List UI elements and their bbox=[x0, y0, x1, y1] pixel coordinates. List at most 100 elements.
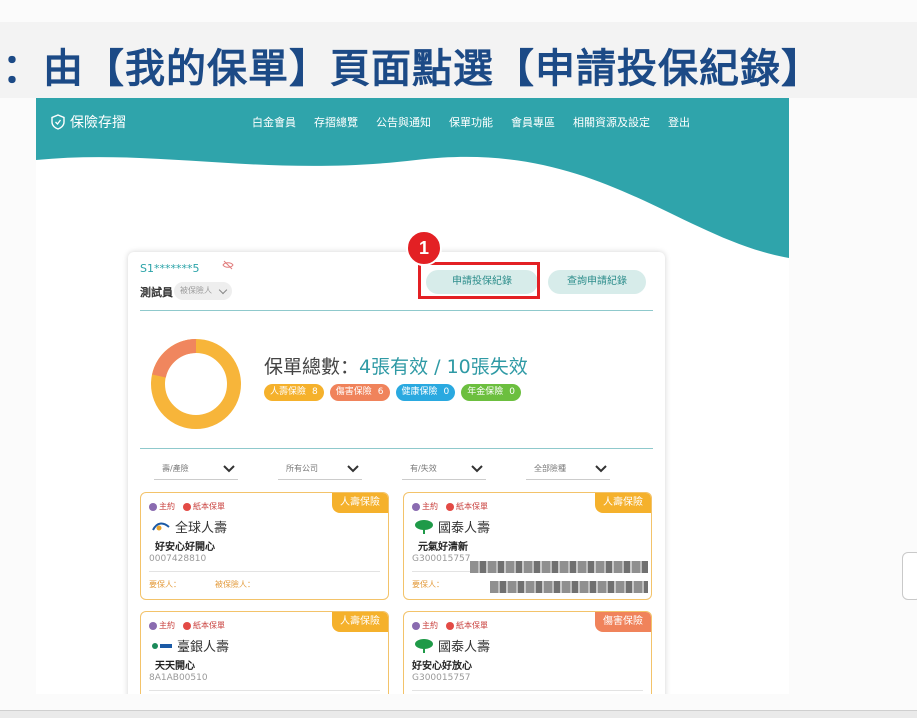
policy-number: G300015757 bbox=[412, 554, 471, 564]
filter-company-label: 所有公司 bbox=[286, 464, 318, 473]
policy-type-tag: 人壽保險 bbox=[332, 493, 388, 513]
applicant-label: 要保人： bbox=[149, 580, 181, 589]
policy-card[interactable]: 傷害保險 主約 紙本保單 國泰人壽 好安心好放心 G300015757 bbox=[403, 611, 652, 694]
policy-badges: 主約 紙本保單 bbox=[149, 620, 225, 631]
hide-eye-icon[interactable] bbox=[222, 260, 234, 270]
company-name: 臺銀人壽 bbox=[177, 640, 230, 655]
filter-company[interactable]: 所有公司 bbox=[278, 458, 362, 480]
donut-secondary-arc bbox=[152, 339, 197, 378]
nav-item-resources-settings[interactable]: 相關資源及設定 bbox=[573, 114, 650, 130]
card-divider bbox=[149, 690, 380, 691]
chip-annuity[interactable]: 年金保險 0 bbox=[461, 384, 521, 401]
redacted-info bbox=[490, 581, 648, 593]
chip-life-label: 人壽保險 bbox=[270, 387, 307, 397]
main-contract-badge: 主約 bbox=[412, 620, 438, 631]
company-logo-icon bbox=[152, 642, 172, 649]
chip-annuity-label: 年金保險 bbox=[467, 387, 504, 397]
filter-insurance-type-label: 全部險種 bbox=[534, 464, 566, 473]
user-id: S1*******5 bbox=[140, 262, 200, 275]
paper-policy-icon bbox=[446, 621, 454, 630]
filter-validity-label: 有/失效 bbox=[410, 464, 437, 473]
tree-logo-icon bbox=[415, 519, 433, 534]
paper-policy-icon bbox=[446, 502, 454, 511]
paper-policy-icon bbox=[183, 621, 191, 630]
policy-number: G300015757 bbox=[412, 673, 471, 683]
policy-card[interactable]: 人壽保險 主約 紙本保單 國泰人壽 元氣好清新 G300015757 要保人： bbox=[403, 492, 652, 600]
tutorial-page: ：由【我的保單】頁面點選【申請投保紀錄】 保險存摺 白金會員 存摺總覽 公告與通… bbox=[0, 0, 917, 718]
policy-badges: 主約 紙本保單 bbox=[412, 620, 488, 631]
policy-type-chips: 人壽保險 8 傷害保險 6 健康保險 0 年金保險 0 bbox=[264, 384, 521, 401]
company-row: 國泰人壽 bbox=[414, 517, 490, 536]
product-name: 元氣好清新 bbox=[418, 542, 468, 553]
company-row: 臺銀人壽 bbox=[151, 636, 229, 655]
policy-number: 0007428810 bbox=[149, 554, 207, 564]
chip-health-count: 0 bbox=[443, 387, 450, 397]
chip-injury[interactable]: 傷害保險 6 bbox=[329, 384, 390, 401]
policy-badges: 主約 紙本保單 bbox=[149, 501, 225, 512]
nav-item-logout[interactable]: 登出 bbox=[668, 114, 690, 130]
nav-item-policy-functions[interactable]: 保單功能 bbox=[449, 114, 493, 130]
company-logo-icon bbox=[152, 522, 170, 530]
nav-item-announcements[interactable]: 公告與通知 bbox=[376, 114, 431, 130]
product-name: 天天開心 bbox=[155, 661, 195, 672]
paper-policy-badge: 紙本保單 bbox=[183, 501, 225, 512]
filter-insurance-type[interactable]: 全部險種 bbox=[526, 458, 610, 480]
filter-life-property-label: 壽/產險 bbox=[162, 464, 189, 473]
paper-policy-icon bbox=[183, 502, 191, 511]
chevron-down-icon bbox=[347, 465, 359, 473]
chip-injury-count: 6 bbox=[377, 387, 384, 397]
app-logo[interactable]: 保險存摺 bbox=[50, 112, 126, 132]
card-footer: 要保人： 被保險人： bbox=[149, 579, 255, 590]
main-contract-badge: 主約 bbox=[149, 620, 175, 631]
chip-injury-label: 傷害保險 bbox=[335, 387, 372, 397]
nav-item-member-area[interactable]: 會員專區 bbox=[511, 114, 555, 130]
role-select[interactable]: 被保險人 bbox=[174, 282, 232, 300]
nav-item-platinum[interactable]: 白金會員 bbox=[252, 114, 296, 130]
tree-logo-icon bbox=[415, 638, 433, 653]
policy-total-counts: 4張有效 / 10張失效 bbox=[359, 356, 528, 378]
applicant-label: 要保人： bbox=[412, 580, 444, 589]
redacted-info bbox=[470, 561, 648, 573]
user-name: 測試員 bbox=[140, 286, 173, 299]
app-screenshot: 保險存摺 白金會員 存摺總覽 公告與通知 保單功能 會員專區 相關資源及設定 登… bbox=[36, 98, 789, 694]
main-contract-badge: 主約 bbox=[412, 501, 438, 512]
insured-label: 被保險人： bbox=[215, 580, 255, 589]
filter-bar: 壽/產險 所有公司 有/失效 全部險種 bbox=[154, 458, 610, 480]
side-widget[interactable] bbox=[902, 552, 917, 600]
policy-total-label: 保單總數： bbox=[264, 356, 360, 378]
policy-card[interactable]: 人壽保險 主約 紙本保單 臺銀人壽 天天開心 8A1AB00510 bbox=[140, 611, 389, 694]
company-row: 全球人壽 bbox=[151, 517, 227, 536]
paper-policy-badge: 紙本保單 bbox=[183, 620, 225, 631]
policy-type-tag: 傷害保險 bbox=[595, 612, 651, 632]
filter-validity[interactable]: 有/失效 bbox=[402, 458, 486, 480]
chevron-down-icon bbox=[471, 465, 483, 473]
chevron-down-icon bbox=[223, 465, 235, 473]
main-contract-label: 主約 bbox=[159, 621, 175, 630]
chip-life[interactable]: 人壽保險 8 bbox=[264, 384, 324, 401]
main-contract-icon bbox=[149, 621, 157, 630]
chevron-down-icon bbox=[595, 465, 607, 473]
chip-life-count: 8 bbox=[312, 387, 318, 397]
company-name: 國泰人壽 bbox=[438, 640, 491, 655]
main-contract-badge: 主約 bbox=[149, 501, 175, 512]
card-footer: 要保人： bbox=[412, 579, 444, 590]
chip-health[interactable]: 健康保險 0 bbox=[395, 384, 456, 401]
main-contract-icon bbox=[412, 621, 420, 630]
nav-item-overview[interactable]: 存摺總覽 bbox=[314, 114, 358, 130]
main-contract-label: 主約 bbox=[422, 502, 438, 511]
query-records-button[interactable]: 查詢申請紀錄 bbox=[548, 270, 646, 294]
paper-policy-label: 紙本保單 bbox=[456, 621, 488, 630]
paper-policy-label: 紙本保單 bbox=[456, 502, 488, 511]
policy-card[interactable]: 人壽保險 主約 紙本保單 全球人壽 好安心好開心 0007428810 要保人：… bbox=[140, 492, 389, 600]
policy-badges: 主約 紙本保單 bbox=[412, 501, 488, 512]
policy-total: 保單總數：4張有效 / 10張失效 bbox=[264, 352, 528, 379]
instruction-heading: ：由【我的保單】頁面點選【申請投保紀錄】 bbox=[2, 46, 822, 92]
policy-number: 8A1AB00510 bbox=[149, 673, 208, 683]
filter-life-property[interactable]: 壽/產險 bbox=[154, 458, 238, 480]
main-contract-icon bbox=[412, 502, 420, 511]
company-name: 全球人壽 bbox=[175, 521, 228, 536]
chip-annuity-count: 0 bbox=[509, 387, 515, 397]
bottom-divider bbox=[0, 710, 917, 718]
paper-policy-label: 紙本保單 bbox=[193, 621, 225, 630]
company-name: 國泰人壽 bbox=[438, 521, 491, 536]
